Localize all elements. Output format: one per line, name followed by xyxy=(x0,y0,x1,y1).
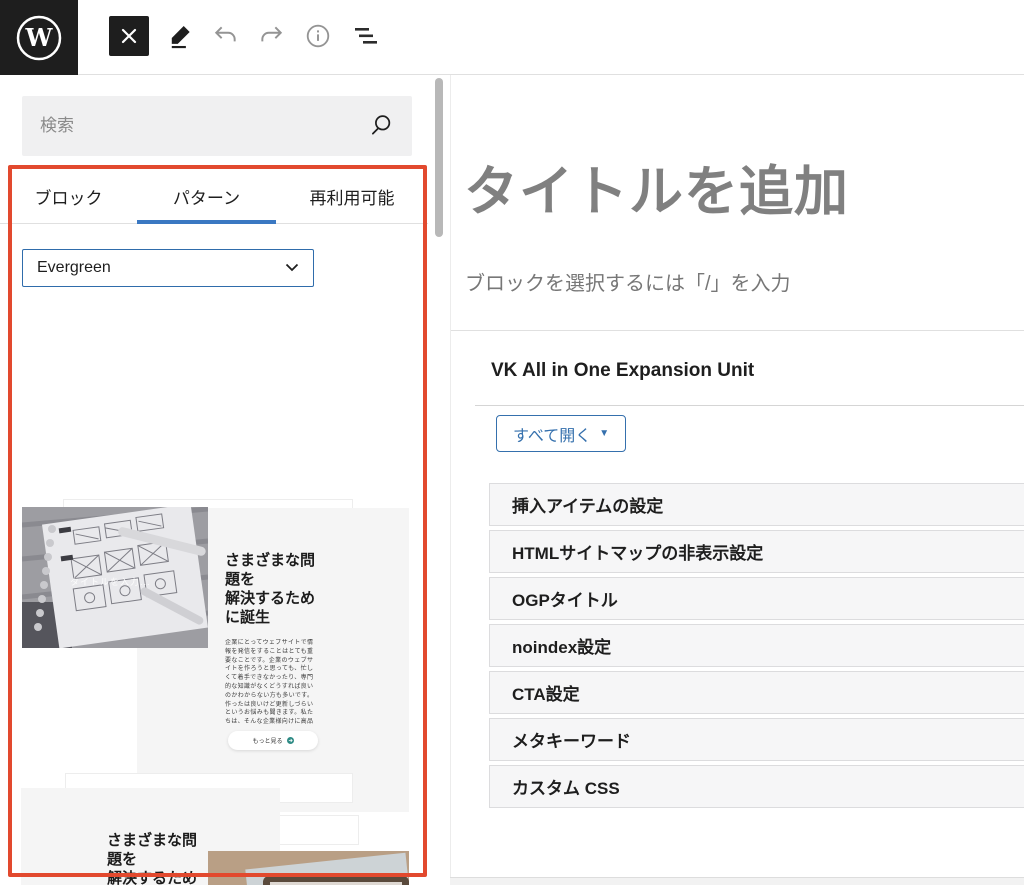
pattern-preview-2[interactable]: さまざまな問 題を 解決するため に誕生 文章入力エリアの左右に余白があります。… xyxy=(8,737,419,885)
accordion-item-meta-keywords[interactable]: メタキーワード xyxy=(489,718,1024,761)
accordion-item-noindex[interactable]: noindex設定 xyxy=(489,624,1024,667)
pattern1-photo: タイトルを入力... xyxy=(22,507,208,648)
close-inserter-button[interactable] xyxy=(109,16,149,56)
pattern-preview-1[interactable]: タイトルを入力... さまざまな問 題を 解決するため に誕生 企業にとってウェ… xyxy=(8,405,419,737)
pencil-icon xyxy=(168,23,194,49)
canvas-bottom-edge xyxy=(450,877,1024,885)
pattern1-body: 企業にとってウェブサイトで情報を発信をすることはとても重要なことです。企業のウェ… xyxy=(225,639,313,725)
undo-icon xyxy=(213,23,239,49)
pattern1-photo-caption: タイトルを入力... xyxy=(70,575,151,588)
edit-mode-button[interactable] xyxy=(165,20,197,52)
wordpress-logo[interactable]: W xyxy=(0,0,78,75)
post-title-placeholder[interactable]: タイトルを追加 xyxy=(464,147,849,226)
search-input[interactable] xyxy=(40,96,370,156)
open-all-button[interactable]: すべて開く ▼ xyxy=(496,415,626,452)
pattern1-heading: さまざまな問 題を 解決するため に誕生 xyxy=(225,551,365,627)
meta-panel-divider xyxy=(475,405,1024,406)
gutenberg-editor: W xyxy=(0,0,1024,885)
info-icon xyxy=(305,23,331,49)
top-toolbar: W xyxy=(0,0,1024,75)
accordion-item-html-sitemap[interactable]: HTMLサイトマップの非表示設定 xyxy=(489,530,1024,573)
list-view-icon xyxy=(351,23,379,49)
block-inserter-sidebar: ブロック パターン 再利用可能 Evergreen xyxy=(0,75,428,885)
settings-accordion: 挿入アイテムの設定 HTMLサイトマップの非表示設定 OGPタイトル noind… xyxy=(489,483,1024,812)
open-all-label: すべて開く xyxy=(513,422,591,446)
block-appender-placeholder[interactable]: ブロックを選択するには「/」を入力 xyxy=(465,267,791,296)
pattern-list: タイトルを入力... さまざまな問 題を 解決するため に誕生 企業にとってウェ… xyxy=(0,150,428,885)
meta-panel-top-divider xyxy=(451,330,1024,331)
scrollbar-thumb[interactable] xyxy=(435,78,443,237)
pattern2-photo: タイトルを入力... xyxy=(208,851,409,885)
search-icon xyxy=(368,112,394,143)
caret-down-icon: ▼ xyxy=(599,428,609,439)
redo-button[interactable] xyxy=(255,20,287,52)
undo-button[interactable] xyxy=(210,20,242,52)
svg-text:W: W xyxy=(25,23,54,52)
accordion-item-custom-css[interactable]: カスタム CSS xyxy=(489,765,1024,808)
accordion-item-insert-items[interactable]: 挿入アイテムの設定 xyxy=(489,483,1024,526)
accordion-item-ogp-title[interactable]: OGPタイトル xyxy=(489,577,1024,620)
redo-icon xyxy=(258,23,284,49)
list-view-button[interactable] xyxy=(349,20,381,52)
search-box xyxy=(22,96,412,156)
wordpress-logo-icon: W xyxy=(15,14,63,62)
details-button[interactable] xyxy=(302,20,334,52)
meta-panel-title: VK All in One Expansion Unit xyxy=(491,360,754,382)
accordion-item-cta[interactable]: CTA設定 xyxy=(489,671,1024,714)
editor-canvas: タイトルを追加 ブロックを選択するには「/」を入力 VK All in One … xyxy=(450,75,1024,877)
close-icon xyxy=(120,27,138,45)
